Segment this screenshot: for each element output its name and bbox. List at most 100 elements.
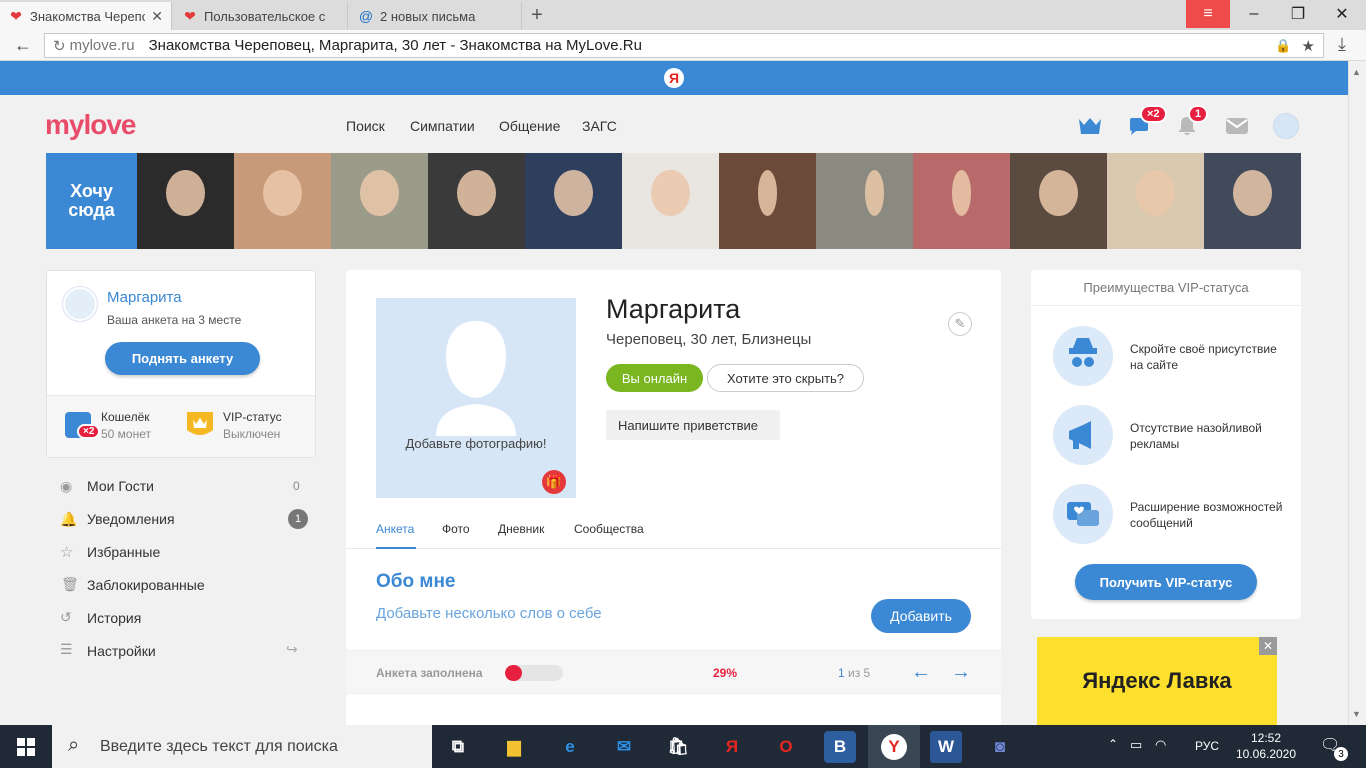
strip-photo[interactable] bbox=[719, 153, 816, 249]
star-icon[interactable]: ★ bbox=[1302, 37, 1315, 55]
file-explorer-icon[interactable]: ▆ bbox=[498, 731, 530, 763]
logout-icon[interactable]: ↪ bbox=[286, 641, 298, 658]
mail-app-icon[interactable]: ✉ bbox=[608, 731, 640, 763]
menu-blocked[interactable]: Заблокированные bbox=[87, 575, 205, 595]
nav-likes[interactable]: Симпатии bbox=[410, 118, 475, 134]
about-prompt[interactable]: Добавьте несколько слов о себе bbox=[376, 605, 602, 622]
nav-zags[interactable]: ЗАГС bbox=[582, 118, 617, 134]
tab-mail[interactable]: @ 2 новых письма bbox=[350, 2, 522, 30]
next-arrow-icon[interactable]: → bbox=[951, 661, 971, 684]
ad-banner[interactable]: Яндекс Лавка bbox=[1037, 637, 1277, 725]
reload-icon[interactable]: ↻ bbox=[53, 37, 66, 55]
nav-search[interactable]: Поиск bbox=[346, 118, 385, 134]
new-tab-button[interactable]: + bbox=[524, 2, 550, 28]
strip-photo[interactable] bbox=[622, 153, 719, 249]
url-field[interactable]: ↻ mylove.ru Знакомства Череповец, Маргар… bbox=[44, 33, 1324, 58]
menu-history[interactable]: История bbox=[87, 608, 141, 628]
yandex-browser-icon[interactable]: Я bbox=[716, 731, 748, 763]
vip-crown-icon[interactable] bbox=[185, 410, 215, 440]
tab-user-agreement[interactable]: ❤ Пользовательское с bbox=[174, 2, 348, 30]
wallet-title[interactable]: Кошелёк bbox=[101, 410, 150, 424]
strip-photo[interactable] bbox=[525, 153, 622, 249]
yandex-logo-icon[interactable]: Я bbox=[664, 68, 684, 88]
crown-icon[interactable] bbox=[1077, 113, 1103, 139]
completion-bar bbox=[505, 665, 563, 681]
prev-arrow-icon[interactable]: ← bbox=[911, 661, 931, 684]
tab-diary[interactable]: Дневник bbox=[498, 522, 544, 536]
strip-photo[interactable] bbox=[913, 153, 1010, 249]
add-photo-text[interactable]: Добавьте фотографию! bbox=[376, 436, 576, 452]
get-vip-button[interactable]: Получить VIP-статус bbox=[1075, 564, 1257, 600]
mail-icon[interactable] bbox=[1224, 113, 1250, 139]
close-ad-icon[interactable]: ✕ bbox=[1259, 637, 1277, 655]
windows-taskbar: ⌕ Введите здесь текст для поиска ⧉ ▆ e ✉… bbox=[0, 725, 1366, 768]
language-indicator[interactable]: РУС bbox=[1195, 739, 1219, 753]
raise-profile-button[interactable]: Поднять анкету bbox=[105, 342, 260, 375]
site-logo[interactable]: mylove bbox=[45, 109, 136, 141]
avatar[interactable] bbox=[63, 287, 97, 321]
url-domain: mylove.ru bbox=[69, 37, 135, 54]
incognito-icon bbox=[1053, 326, 1113, 386]
greeting-button[interactable]: Напишите приветствие bbox=[606, 410, 780, 440]
tab-photos[interactable]: Фото bbox=[442, 522, 470, 536]
close-icon[interactable]: ✕ bbox=[151, 8, 163, 25]
clock[interactable]: 12:52 10.06.2020 bbox=[1226, 730, 1306, 762]
task-view-icon[interactable]: ⧉ bbox=[442, 731, 474, 763]
strip-photo[interactable] bbox=[1204, 153, 1301, 249]
vip-benefits-card: Преимущества VIP-статуса Скройте своё пр… bbox=[1031, 270, 1301, 619]
opera-icon[interactable]: O bbox=[770, 731, 802, 763]
window-close-button[interactable]: ✕ bbox=[1320, 0, 1364, 28]
battery-icon[interactable]: ▭ bbox=[1130, 737, 1142, 753]
menu-favorites[interactable]: Избранные bbox=[87, 542, 160, 562]
vip-title[interactable]: VIP-статус bbox=[223, 410, 282, 424]
tab-label: Знакомства Черепо bbox=[30, 8, 146, 24]
my-name[interactable]: Маргарита bbox=[107, 289, 182, 306]
strip-photo[interactable] bbox=[428, 153, 525, 249]
strip-photo[interactable] bbox=[816, 153, 913, 249]
minimize-button[interactable]: – bbox=[1232, 0, 1276, 28]
taskbar-search[interactable]: ⌕ Введите здесь текст для поиска bbox=[52, 725, 432, 768]
download-icon[interactable]: ⤓ bbox=[1338, 34, 1346, 55]
menu-notifications[interactable]: Уведомления bbox=[87, 509, 175, 529]
bell-icon[interactable]: 1 bbox=[1174, 105, 1209, 139]
scrollbar[interactable]: ▲ ▼ bbox=[1348, 61, 1366, 725]
profile-card: Добавьте фотографию! 🎁 Маргарита Черепов… bbox=[346, 270, 1001, 725]
hide-online-button[interactable]: Хотите это скрыть? bbox=[707, 364, 864, 392]
strip-photo[interactable] bbox=[331, 153, 428, 249]
vk-icon[interactable]: B bbox=[824, 731, 856, 763]
profile-avatar-icon[interactable] bbox=[1273, 113, 1299, 139]
tray-chevron-icon[interactable]: ⌃ bbox=[1108, 737, 1118, 751]
edge-icon[interactable]: e bbox=[554, 731, 586, 763]
yandex-active-icon[interactable]: Y bbox=[868, 725, 920, 768]
back-arrow-icon[interactable]: ← bbox=[14, 35, 32, 56]
completion-pager: 1 из 5 bbox=[838, 666, 870, 680]
discord-icon[interactable]: ◙ bbox=[984, 731, 1016, 763]
tab-communities[interactable]: Сообщества bbox=[574, 522, 644, 536]
strip-photo[interactable] bbox=[137, 153, 234, 249]
strip-photo[interactable] bbox=[1010, 153, 1107, 249]
gift-icon[interactable]: 🎁 bbox=[542, 470, 566, 494]
maximize-button[interactable]: ❐ bbox=[1276, 0, 1320, 28]
bell-icon: 🔔 bbox=[60, 511, 78, 527]
about-title: Обо мне bbox=[376, 571, 456, 592]
add-about-button[interactable]: Добавить bbox=[871, 599, 971, 633]
want-here-button[interactable]: Хочу сюда bbox=[46, 153, 137, 249]
browser-menu-button[interactable]: ≡ bbox=[1186, 0, 1230, 28]
wifi-icon[interactable]: ◠ bbox=[1155, 737, 1166, 753]
heart-icon: ❤ bbox=[10, 7, 22, 24]
edit-pencil-icon[interactable]: ✎ bbox=[948, 312, 972, 336]
strip-photo[interactable] bbox=[234, 153, 331, 249]
completion-bar-fill bbox=[505, 665, 522, 681]
tab-dating[interactable]: ❤ Знакомства Черепо ✕ bbox=[0, 2, 172, 30]
menu-guests[interactable]: Мои Гости bbox=[87, 476, 154, 496]
windows-start-icon[interactable] bbox=[0, 725, 52, 768]
online-status-button[interactable]: Вы онлайн bbox=[606, 364, 703, 392]
store-icon[interactable]: 🛍 bbox=[662, 731, 694, 763]
profile-photo-placeholder[interactable]: Добавьте фотографию! 🎁 bbox=[376, 298, 576, 498]
menu-settings[interactable]: Настройки bbox=[87, 641, 156, 661]
strip-photo[interactable] bbox=[1107, 153, 1204, 249]
messages-icon[interactable]: ×2 bbox=[1126, 105, 1167, 139]
tab-profile[interactable]: Анкета bbox=[376, 522, 414, 536]
word-icon[interactable]: W bbox=[930, 731, 962, 763]
nav-chat[interactable]: Общение bbox=[499, 118, 560, 134]
